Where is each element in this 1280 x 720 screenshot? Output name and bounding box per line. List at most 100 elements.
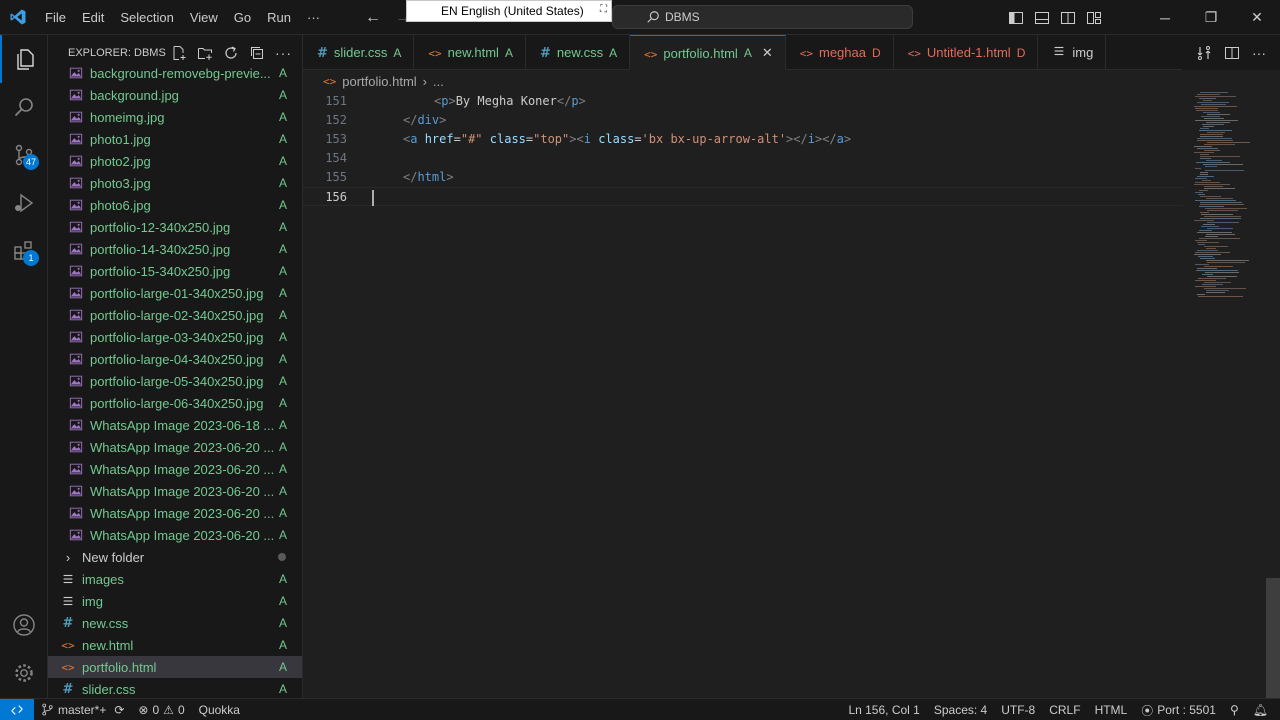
minimap[interactable] xyxy=(1190,92,1268,302)
language-mode[interactable]: HTML xyxy=(1088,703,1135,717)
encoding[interactable]: UTF-8 xyxy=(994,703,1042,717)
expand-icon[interactable]: ⛶ xyxy=(600,4,607,15)
tree-file[interactable]: background-removebg-previe... A xyxy=(48,62,302,84)
menu-item-go[interactable]: Go xyxy=(226,0,259,35)
tree-file[interactable]: background.jpg A xyxy=(48,84,302,106)
scrollbar-thumb[interactable] xyxy=(1266,578,1280,698)
minimap-line xyxy=(1200,174,1208,175)
tree-file[interactable]: photo3.jpg A xyxy=(48,172,302,194)
tree-file[interactable]: portfolio-15-340x250.jpg A xyxy=(48,260,302,282)
manage-activity[interactable] xyxy=(0,649,48,697)
sync-icon[interactable]: ⟳ xyxy=(114,703,124,717)
toggle-primary-sidebar-icon[interactable] xyxy=(1008,10,1024,26)
customize-layout-icon[interactable] xyxy=(1086,10,1102,26)
tree-file[interactable]: # new.css A xyxy=(48,612,302,634)
tree-file[interactable]: portfolio-large-03-340x250.jpg A xyxy=(48,326,302,348)
command-center-search[interactable]: DBMS xyxy=(612,5,913,29)
split-editor-icon[interactable] xyxy=(1224,45,1240,61)
tree-file[interactable]: img A xyxy=(48,590,302,612)
tree-file[interactable]: images A xyxy=(48,568,302,590)
tree-file[interactable]: photo1.jpg A xyxy=(48,128,302,150)
extensions-activity[interactable]: 1 xyxy=(0,227,48,275)
tree-file[interactable]: WhatsApp Image 2023-06-20 ... A xyxy=(48,502,302,524)
source-control-activity[interactable]: 47 xyxy=(0,131,48,179)
tree-folder[interactable]: › New folder xyxy=(48,546,302,568)
code-line[interactable]: 156 xyxy=(303,187,1183,206)
editor-tab[interactable]: <> new.html A xyxy=(414,35,526,70)
menu-item-selection[interactable]: Selection xyxy=(112,0,181,35)
menu-item-more[interactable]: ··· xyxy=(299,0,328,35)
close-tab-icon[interactable]: ✕ xyxy=(762,45,773,61)
tree-file[interactable]: homeimg.jpg A xyxy=(48,106,302,128)
quokka-status[interactable]: Quokka xyxy=(192,703,247,717)
compare-changes-icon[interactable] xyxy=(1196,45,1212,61)
editor-tab[interactable]: img xyxy=(1038,35,1107,70)
close-window-button[interactable]: ✕ xyxy=(1234,0,1280,35)
restore-button[interactable]: ❐ xyxy=(1188,0,1234,35)
refresh-icon[interactable] xyxy=(223,45,239,61)
title-bar: File Edit Selection View Go Run ··· ← → DBMS E… xyxy=(0,0,1280,35)
code-line[interactable]: 155 </html> xyxy=(303,168,1183,187)
tree-icon-wrap: # xyxy=(60,615,76,631)
code-line[interactable]: 153 <a href="#" class="top"><i class='bx … xyxy=(303,130,1183,149)
tree-file[interactable]: portfolio-12-340x250.jpg A xyxy=(48,216,302,238)
tree-file[interactable]: <> portfolio.html A xyxy=(48,656,302,678)
editor-tab[interactable]: # slider.css A xyxy=(303,35,415,70)
tree-file[interactable]: <> new.html A xyxy=(48,634,302,656)
run-debug-activity[interactable] xyxy=(0,179,48,227)
tree-file[interactable]: WhatsApp Image 2023-06-20 ... A xyxy=(48,480,302,502)
tree-file[interactable]: WhatsApp Image 2023-06-20 ... A xyxy=(48,524,302,546)
minimize-button[interactable]: ─ xyxy=(1142,0,1188,35)
indentation[interactable]: Spaces: 4 xyxy=(927,703,994,717)
more-actions-icon[interactable]: ··· xyxy=(275,45,292,61)
tree-file[interactable]: # slider.css A xyxy=(48,678,302,698)
collapse-all-icon[interactable] xyxy=(249,45,265,61)
toggle-secondary-sidebar-icon[interactable] xyxy=(1060,10,1076,26)
code-line[interactable]: 152 </div> xyxy=(303,111,1183,130)
code-line[interactable]: 154 xyxy=(303,149,1183,168)
breadcrumb-more[interactable]: ... xyxy=(433,74,444,89)
html-file-icon: <> xyxy=(907,47,921,60)
tree-file[interactable]: portfolio-large-01-340x250.jpg A xyxy=(48,282,302,304)
tree-file[interactable]: WhatsApp Image 2023-06-18 ... A xyxy=(48,414,302,436)
copilot-status[interactable]: ⚲ xyxy=(1223,703,1246,717)
toggle-panel-icon[interactable] xyxy=(1034,10,1050,26)
editor-tab[interactable]: <> Untitled-1.html D xyxy=(894,35,1039,70)
editor-tab[interactable]: <> portfolio.html A ✕ xyxy=(630,35,786,70)
tree-file[interactable]: portfolio-large-04-340x250.jpg A xyxy=(48,348,302,370)
live-server-port[interactable]: ⦿ Port : 5501 xyxy=(1134,702,1223,719)
end-of-line[interactable]: CRLF xyxy=(1042,703,1087,717)
problems-indicator[interactable]: ⊗ 0 ⚠ 0 xyxy=(131,703,191,717)
explorer-activity[interactable] xyxy=(0,35,48,83)
tree-file[interactable]: photo6.jpg A xyxy=(48,194,302,216)
branch-indicator[interactable]: master*+ ⟳ xyxy=(34,703,131,717)
tree-file[interactable]: portfolio-large-02-340x250.jpg A xyxy=(48,304,302,326)
remote-indicator[interactable] xyxy=(0,698,34,720)
notifications[interactable]: 🔔︎ xyxy=(1246,703,1280,717)
git-status-badge: A xyxy=(278,308,287,322)
code-editor[interactable]: 151 <p>By Megha Koner</p> 152 </div> 153 <a h… xyxy=(303,92,1183,698)
tree-file[interactable]: WhatsApp Image 2023-06-20 ... A xyxy=(48,458,302,480)
tree-file[interactable]: portfolio-large-05-340x250.jpg A xyxy=(48,370,302,392)
cursor-position[interactable]: Ln 156, Col 1 xyxy=(841,703,926,717)
tree-file[interactable]: photo2.jpg A xyxy=(48,150,302,172)
tree-file[interactable]: WhatsApp Image 2023-06-20 ... A xyxy=(48,436,302,458)
tab-status: A xyxy=(743,46,752,60)
menu-item-run[interactable]: Run xyxy=(259,0,299,35)
editor-tab[interactable]: <> meghaa D xyxy=(786,35,894,70)
menu-item-edit[interactable]: Edit xyxy=(74,0,112,35)
accounts-activity[interactable] xyxy=(0,601,48,649)
breadcrumb-file[interactable]: portfolio.html xyxy=(342,74,416,89)
tree-file[interactable]: portfolio-large-06-340x250.jpg A xyxy=(48,392,302,414)
new-folder-icon[interactable] xyxy=(197,45,213,61)
editor-tab[interactable]: # new.css A xyxy=(526,35,631,70)
back-arrow-icon[interactable]: ← xyxy=(365,9,381,27)
new-file-icon[interactable] xyxy=(171,45,187,61)
more-editor-actions-icon[interactable]: ··· xyxy=(1252,45,1266,61)
search-activity[interactable] xyxy=(0,83,48,131)
tree-file[interactable]: portfolio-14-340x250.jpg A xyxy=(48,238,302,260)
code-line[interactable]: 151 <p>By Megha Koner</p> xyxy=(303,92,1183,111)
editor-scrollbar[interactable] xyxy=(1266,92,1280,698)
menu-item-view[interactable]: View xyxy=(182,0,226,35)
menu-item-file[interactable]: File xyxy=(37,0,74,35)
